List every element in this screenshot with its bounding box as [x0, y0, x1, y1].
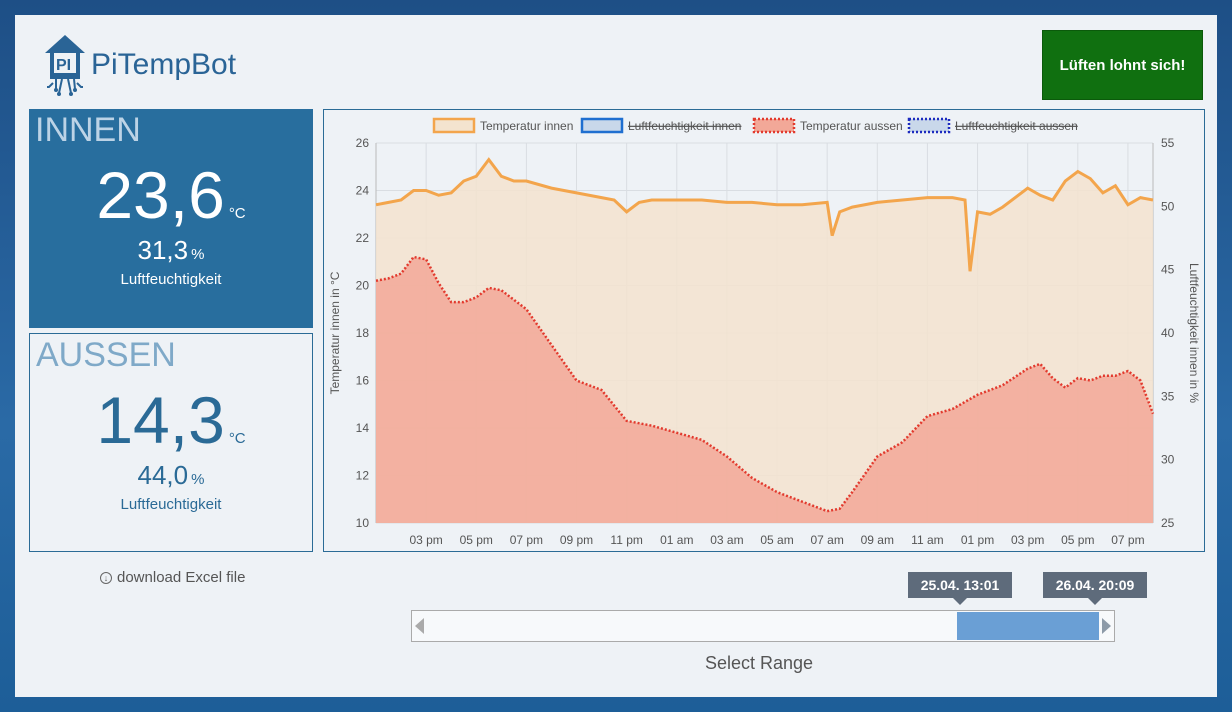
inside-humidity-unit: %: [191, 246, 205, 263]
y-tick-left: 18: [356, 326, 370, 340]
y-tick-right: 25: [1161, 516, 1175, 530]
x-tick: 03 pm: [1011, 533, 1044, 547]
legend-item-label: Luftfeuchtigkeit aussen: [955, 119, 1078, 133]
outside-humidity-value: 44,0: [137, 460, 189, 490]
y-tick-right: 55: [1161, 136, 1175, 150]
outside-humidity-unit: %: [191, 471, 205, 488]
scroll-left-arrow-icon[interactable]: [415, 618, 424, 634]
download-label: download Excel file: [117, 569, 246, 586]
inside-temperature-value: 23,6: [96, 158, 225, 232]
x-tick: 03 pm: [409, 533, 442, 547]
download-excel-link[interactable]: ↓ download Excel file: [100, 569, 245, 586]
y-tick-left: 16: [356, 374, 370, 388]
legend-swatch: [907, 117, 951, 134]
range-slider-selection[interactable]: [957, 612, 1099, 640]
x-tick: 05 pm: [1061, 533, 1094, 547]
y-tick-right: 45: [1161, 263, 1175, 277]
outside-temperature: 14,3 °C: [30, 382, 312, 458]
legend-item-label: Temperatur innen: [480, 119, 573, 133]
x-tick: 09 am: [861, 533, 894, 547]
inside-temperature-unit: °C: [228, 205, 246, 222]
inside-title: INNEN: [35, 111, 141, 149]
y-axis-label-left: Temperatur innen in °C: [328, 271, 342, 394]
scroll-right-arrow-icon[interactable]: [1102, 618, 1111, 634]
x-tick: 09 pm: [560, 533, 593, 547]
x-tick: 07 pm: [1111, 533, 1144, 547]
logo-letters: PI: [56, 57, 71, 74]
y-tick-left: 12: [356, 469, 370, 483]
logo: PI PiTempBot: [41, 31, 281, 101]
y-axis-label-right: Luftfeuchtigkeit innen in %: [1187, 263, 1201, 403]
app-title: PiTempBot: [91, 48, 237, 81]
y-tick-left: 26: [356, 136, 370, 150]
app-frame: PI PiTempBot Lüften lohnt sich! INNEN 23…: [15, 15, 1217, 697]
legend-swatch: [432, 117, 476, 134]
y-tick-left: 22: [356, 231, 370, 245]
outside-temperature-unit: °C: [228, 430, 246, 447]
x-tick: 01 pm: [961, 533, 994, 547]
x-tick: 07 am: [810, 533, 843, 547]
inside-humidity-label: Luftfeuchtigkeit: [120, 271, 222, 288]
outside-humidity-label: Luftfeuchtigkeit: [120, 496, 222, 513]
y-tick-left: 20: [356, 279, 370, 293]
legend-item-label: Luftfeuchtigkeit innen: [628, 119, 741, 133]
y-tick-left: 14: [356, 421, 370, 435]
inside-card: INNEN 23,6 °C 31,3% Luftfeuchtigkeit: [29, 109, 313, 328]
outside-card: AUSSEN 14,3 °C 44,0% Luftfeuchtigkeit: [29, 333, 313, 552]
range-start-tooltip: 25.04. 13:01: [908, 572, 1012, 605]
temperature-chart: 10 12 14 16 18 20 22 24 26 03 pm 05 pm 07 pm 09 pm 11…: [328, 117, 1201, 547]
x-tick: 01 am: [660, 533, 693, 547]
select-range-caption: Select Range: [705, 653, 814, 673]
y-tick-right: 30: [1161, 453, 1175, 467]
y-tick-right: 35: [1161, 389, 1175, 403]
y-tick-left: 24: [356, 184, 370, 198]
x-tick: 05 am: [760, 533, 793, 547]
download-circle-icon: ↓: [100, 571, 112, 584]
x-tick: 07 pm: [510, 533, 543, 547]
outside-humidity: 44,0%: [30, 460, 312, 491]
outside-temperature-value: 14,3: [96, 383, 225, 457]
inside-humidity-value: 31,3: [137, 235, 189, 265]
y-tick-right: 40: [1161, 326, 1175, 340]
y-tick-right: 50: [1161, 199, 1175, 213]
legend-swatch: [580, 117, 624, 134]
legend-item-label: Temperatur aussen: [800, 119, 903, 133]
x-tick: 11 pm: [610, 533, 642, 547]
x-tick: 03 am: [710, 533, 743, 547]
ventilation-status-button[interactable]: Lüften lohnt sich!: [1042, 30, 1203, 100]
inside-humidity: 31,3%: [29, 235, 313, 266]
range-end-tooltip: 26.04. 20:09: [1043, 572, 1147, 605]
legend-swatch: [752, 117, 796, 134]
chart-panel: 10 12 14 16 18 20 22 24 26 03 pm 05 pm 07 pm 09 pm 11…: [323, 109, 1205, 552]
y-tick-left: 10: [356, 516, 370, 530]
range-slider[interactable]: [411, 610, 1115, 642]
x-tick: 11 am: [911, 533, 943, 547]
x-tick: 05 pm: [460, 533, 493, 547]
inside-temperature: 23,6 °C: [29, 157, 313, 233]
outside-title: AUSSEN: [36, 336, 176, 374]
